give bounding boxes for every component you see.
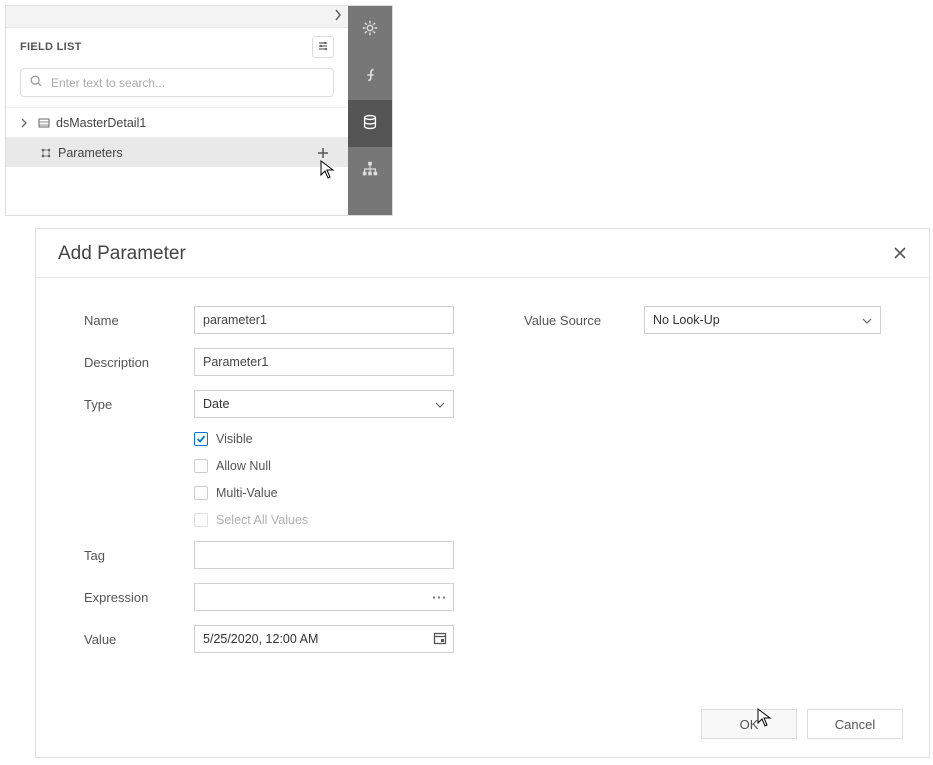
checkbox-selectall-row: Select All Values	[194, 513, 454, 527]
function-icon	[361, 66, 379, 87]
label-description: Description	[84, 355, 194, 370]
field-list-title: FIELD LIST	[20, 41, 82, 53]
tree-label-datasource: dsMasterDetail1	[56, 116, 338, 130]
data-barrel-icon	[361, 113, 379, 134]
collapse-bar[interactable]	[6, 6, 348, 28]
parameters-icon	[40, 147, 52, 159]
expression-input[interactable]	[203, 590, 425, 604]
search-box[interactable]	[20, 68, 334, 97]
checkbox-multivalue-row[interactable]: Multi-Value	[194, 486, 454, 500]
checkbox-visible-row[interactable]: Visible	[194, 432, 454, 446]
value-text: 5/25/2020, 12:00 AM	[203, 632, 318, 646]
chevron-right-icon	[334, 9, 342, 24]
description-input[interactable]	[194, 348, 454, 376]
dialog-title: Add Parameter	[58, 243, 186, 265]
search-icon	[29, 74, 43, 91]
add-parameter-button[interactable]	[312, 142, 334, 164]
dialog-footer: OK Cancel	[36, 697, 929, 757]
label-tag: Tag	[84, 548, 194, 563]
label-name: Name	[84, 313, 194, 328]
checkbox-multivalue[interactable]	[194, 486, 208, 500]
dialog-body: Name Description Type Date	[36, 278, 929, 697]
chevron-down-icon	[435, 397, 445, 411]
type-value: Date	[203, 397, 229, 411]
search-input[interactable]	[51, 76, 325, 90]
plus-icon	[317, 147, 329, 159]
type-select[interactable]: Date	[194, 390, 454, 418]
field-list-main: FIELD LIST dsMasterDetail1	[6, 6, 348, 215]
checkbox-selectall-label: Select All Values	[216, 513, 308, 527]
value-date-input[interactable]: 5/25/2020, 12:00 AM	[194, 625, 454, 653]
add-parameter-dialog: Add Parameter Name Description Type Date	[35, 228, 930, 758]
dialog-left-column: Name Description Type Date	[84, 306, 454, 687]
tab-expressions[interactable]	[348, 53, 392, 100]
tree-structure-icon	[361, 160, 379, 181]
sliders-icon	[317, 40, 329, 55]
field-list-panel: FIELD LIST dsMasterDetail1	[5, 5, 393, 216]
label-value: Value	[84, 632, 194, 647]
dialog-right-column: Value Source No Look-Up	[524, 306, 881, 687]
field-list-header: FIELD LIST	[6, 28, 348, 62]
value-source-select[interactable]: No Look-Up	[644, 306, 881, 334]
gear-icon	[361, 19, 379, 40]
ellipsis-icon: ⋯	[432, 588, 447, 606]
name-input[interactable]	[194, 306, 454, 334]
value-source-value: No Look-Up	[653, 313, 720, 327]
search-wrap	[6, 62, 348, 107]
chevron-down-icon	[862, 313, 872, 327]
label-type: Type	[84, 397, 194, 412]
checkbox-visible-label: Visible	[216, 432, 253, 446]
checkbox-allownull[interactable]	[194, 459, 208, 473]
cancel-button[interactable]: Cancel	[807, 709, 903, 739]
checkbox-allownull-label: Allow Null	[216, 459, 271, 473]
close-icon	[893, 248, 907, 263]
dialog-header: Add Parameter	[36, 229, 929, 278]
expression-field[interactable]: ⋯	[194, 583, 454, 611]
label-value-source: Value Source	[524, 313, 644, 328]
close-button[interactable]	[893, 246, 907, 263]
calendar-icon[interactable]	[433, 631, 447, 648]
tree-row-parameters[interactable]: Parameters	[6, 137, 348, 167]
label-expression: Expression	[84, 590, 194, 605]
tab-report-explorer[interactable]	[348, 147, 392, 194]
checkbox-visible[interactable]	[194, 432, 208, 446]
expand-arrow-icon[interactable]	[20, 118, 32, 128]
side-tabs	[348, 6, 392, 215]
expression-editor-button[interactable]: ⋯	[425, 584, 453, 610]
tab-properties[interactable]	[348, 6, 392, 53]
checkbox-selectall	[194, 513, 208, 527]
tag-input[interactable]	[194, 541, 454, 569]
checkbox-allownull-row[interactable]: Allow Null	[194, 459, 454, 473]
tree-row-datasource[interactable]: dsMasterDetail1	[6, 107, 348, 137]
tab-fieldlist[interactable]	[348, 100, 392, 147]
checkbox-multivalue-label: Multi-Value	[216, 486, 278, 500]
field-config-button[interactable]	[312, 36, 334, 58]
database-icon	[38, 117, 50, 129]
ok-button[interactable]: OK	[701, 709, 797, 739]
tree-label-parameters: Parameters	[58, 146, 312, 160]
